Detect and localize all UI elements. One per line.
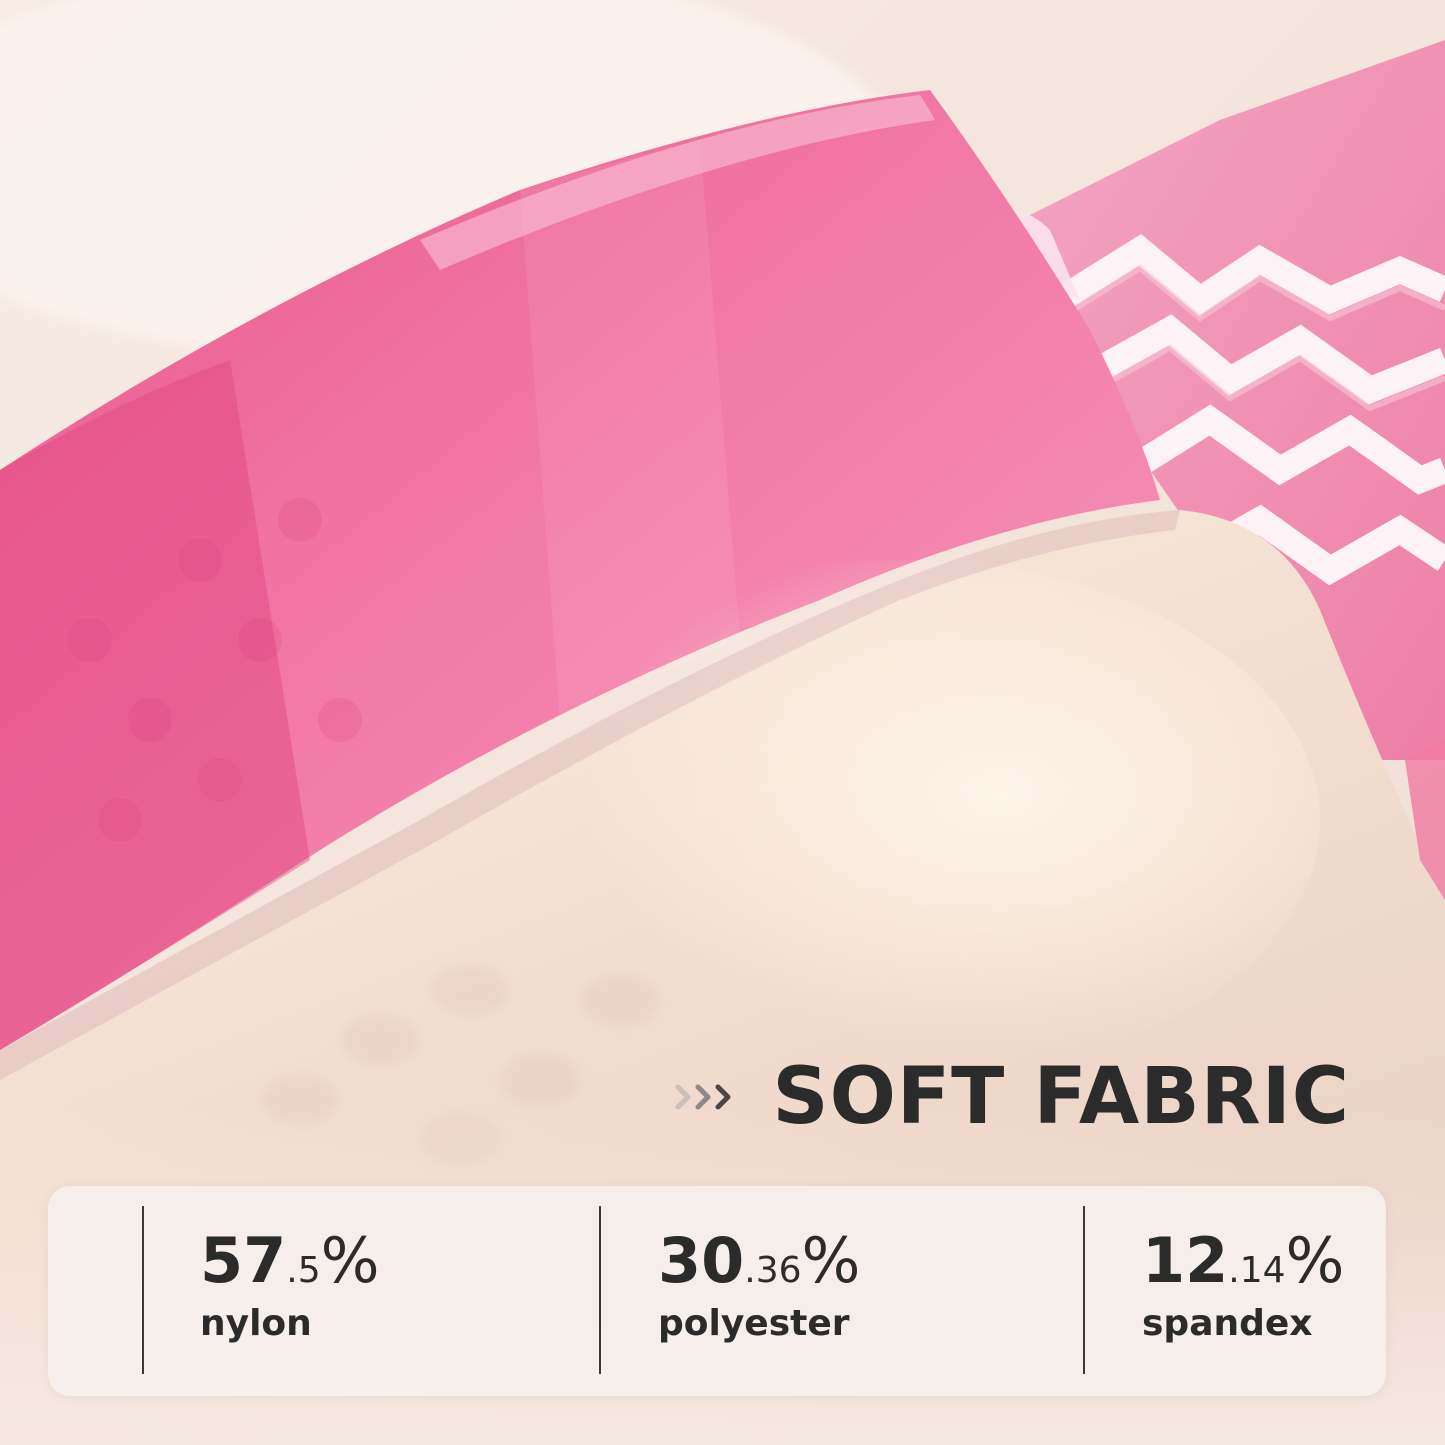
stat-nylon: 57.5% nylon [200, 1230, 380, 1342]
composition-panel: 57.5% nylon 30.36% polyester 12.14% span… [48, 1186, 1386, 1396]
divider [142, 1206, 144, 1374]
stat-label: spandex [1142, 1303, 1313, 1344]
stat-label: polyester [658, 1303, 850, 1344]
divider [1083, 1206, 1085, 1374]
stat-label: nylon [200, 1303, 312, 1344]
stat-spandex: 12.14% spandex [1142, 1230, 1344, 1342]
stat-polyester: 30.36% polyester [658, 1230, 860, 1342]
stat-value: 57.5% [200, 1224, 380, 1297]
triple-chevron-right-icon [674, 1077, 738, 1117]
stat-value: 30.36% [658, 1224, 861, 1297]
stat-value: 12.14% [1142, 1224, 1345, 1297]
headline: SOFT FABRIC [674, 1052, 1350, 1142]
headline-title: SOFT FABRIC [772, 1052, 1350, 1142]
divider [599, 1206, 601, 1374]
